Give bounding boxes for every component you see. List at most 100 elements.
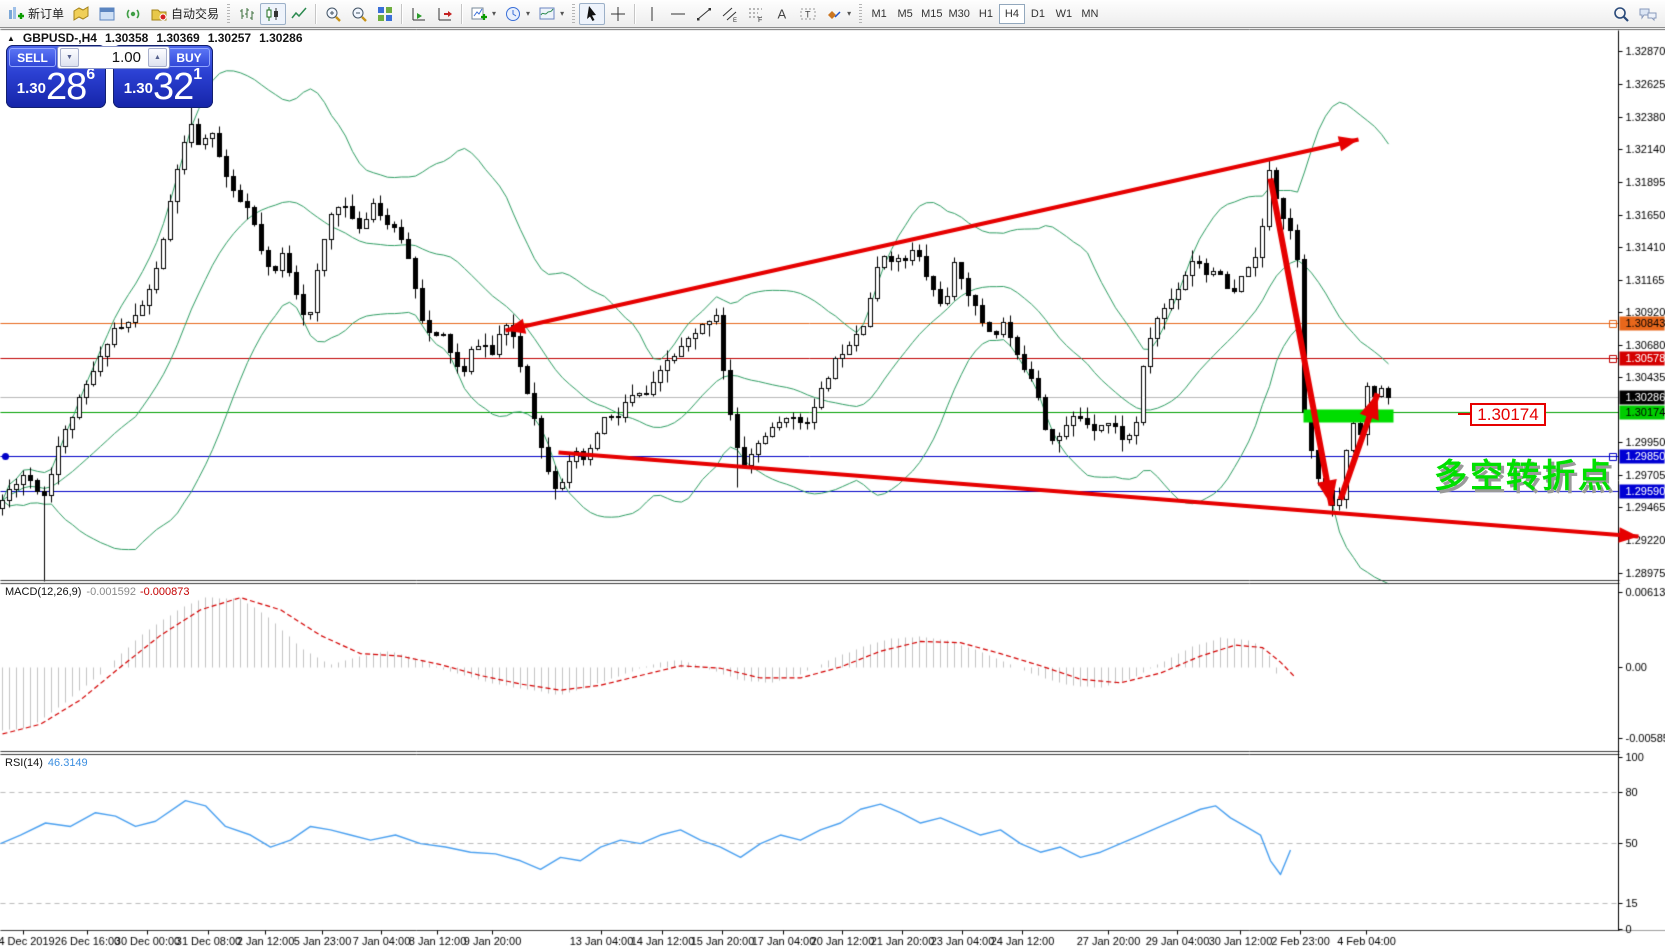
timeframe-h4-button[interactable]: H4 xyxy=(999,4,1025,24)
zoom-in-icon xyxy=(324,5,342,23)
chart-shift-button[interactable] xyxy=(432,3,458,25)
turning-point-note: 多空转折点 xyxy=(1434,449,1614,497)
price-note-connector xyxy=(1458,413,1470,415)
chevron-down-icon: ▾ xyxy=(526,9,530,18)
ohlc-low: 1.30257 xyxy=(208,31,251,45)
svg-text:T: T xyxy=(805,9,811,19)
timeframe-d1-button[interactable]: D1 xyxy=(1025,4,1051,24)
buy-price-big: 32 xyxy=(153,66,193,108)
line-chart-icon xyxy=(290,5,308,23)
volume-input[interactable]: 1.00 xyxy=(81,49,146,66)
macd-pane-label: MACD(12,26,9)-0.001592-0.000873 xyxy=(5,586,190,598)
sell-price-prefix: 1.30 xyxy=(17,80,46,97)
auto-scroll-icon xyxy=(410,5,428,23)
timeframe-m15-button[interactable]: M15 xyxy=(918,4,945,24)
svg-text:F: F xyxy=(758,17,762,23)
timeframe-m5-button[interactable]: M5 xyxy=(892,4,918,24)
equidistant-channel-icon: E xyxy=(721,5,739,23)
timeframe-m1-button[interactable]: M1 xyxy=(866,4,892,24)
signals-button[interactable] xyxy=(120,3,146,25)
fibonacci-icon: F xyxy=(747,5,765,23)
text-icon: A xyxy=(773,5,791,23)
symbol-header: ▲ GBPUSD-,H4 1.30358 1.30369 1.30257 1.3… xyxy=(7,31,303,45)
new-order-label: 新订单 xyxy=(28,5,64,22)
new-order-icon xyxy=(7,5,25,23)
toolbar-separator xyxy=(461,4,463,24)
main-toolbar: 新订单 自动交易 ▾ ▾ ▾ E F A T ▾ M1 M5 M15 M30 H… xyxy=(0,0,1665,28)
rsi-pane-label: RSI(14)46.3149 xyxy=(5,757,88,769)
tile-windows-icon xyxy=(376,5,394,23)
buy-price[interactable]: 1.30321 xyxy=(113,67,213,106)
zoom-out-button[interactable] xyxy=(346,3,372,25)
trendline-button[interactable] xyxy=(691,3,717,25)
zoom-out-icon xyxy=(350,5,368,23)
new-chart-icon xyxy=(470,5,488,23)
new-order-button[interactable]: 新订单 xyxy=(3,3,68,25)
horizontal-line-icon xyxy=(669,5,687,23)
arrow-objects-button[interactable]: ▾ xyxy=(821,3,855,25)
arrow-objects-icon xyxy=(825,5,843,23)
macd-signal-value: -0.000873 xyxy=(140,586,190,598)
rsi-name: RSI(14) xyxy=(5,757,43,769)
bar-chart-button[interactable] xyxy=(234,3,260,25)
profiles-icon xyxy=(72,5,90,23)
tile-windows-button[interactable] xyxy=(372,3,398,25)
cursor-button[interactable] xyxy=(579,3,605,25)
horizontal-line-button[interactable] xyxy=(665,3,691,25)
periods-button[interactable]: ▾ xyxy=(500,3,534,25)
toolbar-separator xyxy=(401,4,403,24)
market-watch-icon xyxy=(98,5,116,23)
timeframe-m30-button[interactable]: M30 xyxy=(946,4,973,24)
vertical-line-icon xyxy=(643,5,661,23)
text-button[interactable]: A xyxy=(769,3,795,25)
search-button[interactable] xyxy=(1608,3,1634,25)
toolbar-separator xyxy=(315,4,317,24)
timeframe-w1-button[interactable]: W1 xyxy=(1051,4,1077,24)
toolbar-grip xyxy=(859,4,862,24)
text-label-icon: T xyxy=(799,5,817,23)
symbol-title: GBPUSD-,H4 xyxy=(23,31,97,45)
signals-icon xyxy=(124,5,142,23)
buy-price-sup: 1 xyxy=(193,66,202,83)
fibonacci-button[interactable]: F xyxy=(743,3,769,25)
svg-text:E: E xyxy=(733,18,737,23)
bar-chart-icon xyxy=(238,5,256,23)
profiles-button[interactable] xyxy=(68,3,94,25)
periods-icon xyxy=(504,5,522,23)
buy-button[interactable]: BUY xyxy=(168,48,210,67)
chevron-down-icon: ▾ xyxy=(847,9,851,18)
collapse-icon[interactable]: ▲ xyxy=(7,34,15,43)
volume-increase-button[interactable]: ▲ xyxy=(148,48,167,67)
chart-canvas[interactable] xyxy=(0,0,1665,946)
crosshair-button[interactable] xyxy=(605,3,631,25)
templates-button[interactable]: ▾ xyxy=(534,3,568,25)
autotrading-button[interactable]: 自动交易 xyxy=(146,3,223,25)
chat-icon xyxy=(1638,5,1658,23)
crosshair-icon xyxy=(609,5,627,23)
volume-decrease-button[interactable]: ▼ xyxy=(60,48,79,67)
vertical-line-button[interactable] xyxy=(639,3,665,25)
toolbar-grip xyxy=(227,4,230,24)
line-chart-button[interactable] xyxy=(286,3,312,25)
sell-button[interactable]: SELL xyxy=(9,48,56,67)
zoom-in-button[interactable] xyxy=(320,3,346,25)
new-chart-button[interactable]: ▾ xyxy=(466,3,500,25)
candlestick-chart-button[interactable] xyxy=(260,3,286,25)
one-click-trading-panel: SELL BUY ▼ 1.00 ▲ 1.30286 1.30321 xyxy=(6,45,213,108)
text-label-button[interactable]: T xyxy=(795,3,821,25)
auto-scroll-button[interactable] xyxy=(406,3,432,25)
chat-button[interactable] xyxy=(1634,3,1662,25)
autotrading-icon xyxy=(150,5,168,23)
sell-price[interactable]: 1.30286 xyxy=(6,67,106,106)
timeframe-h1-button[interactable]: H1 xyxy=(973,4,999,24)
ohlc-high: 1.30369 xyxy=(156,31,199,45)
templates-icon xyxy=(538,5,556,23)
chart-shift-icon xyxy=(436,5,454,23)
market-watch-button[interactable] xyxy=(94,3,120,25)
equidistant-channel-button[interactable]: E xyxy=(717,3,743,25)
cursor-icon xyxy=(583,5,601,23)
macd-name: MACD(12,26,9) xyxy=(5,586,81,598)
buy-price-prefix: 1.30 xyxy=(124,80,153,97)
search-icon xyxy=(1612,5,1630,23)
timeframe-mn-button[interactable]: MN xyxy=(1077,4,1103,24)
